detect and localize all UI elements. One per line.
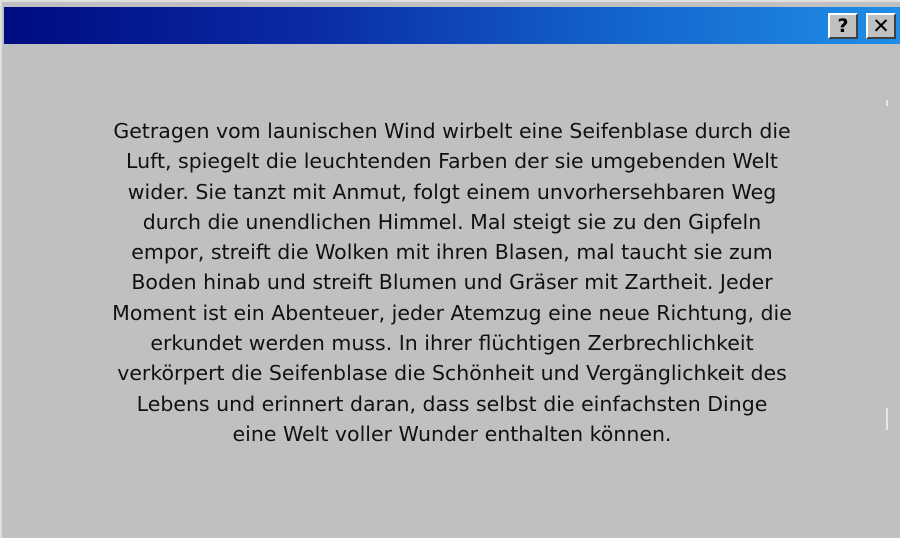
close-button[interactable]: ✕ bbox=[866, 13, 896, 39]
scroll-marker-top bbox=[886, 100, 888, 106]
scroll-marker-bottom bbox=[886, 408, 888, 430]
help-icon: ? bbox=[837, 15, 849, 37]
close-icon: ✕ bbox=[872, 14, 890, 38]
message-text: Getragen vom launischen Wind wirbelt ein… bbox=[112, 119, 792, 446]
help-button[interactable]: ? bbox=[828, 13, 858, 39]
title-bar[interactable]: ? ✕ bbox=[4, 7, 900, 44]
dialog-content: Getragen vom launischen Wind wirbelt ein… bbox=[2, 44, 900, 540]
dialog-window: ? ✕ Getragen vom launischen Wind wirbelt… bbox=[0, 0, 900, 538]
